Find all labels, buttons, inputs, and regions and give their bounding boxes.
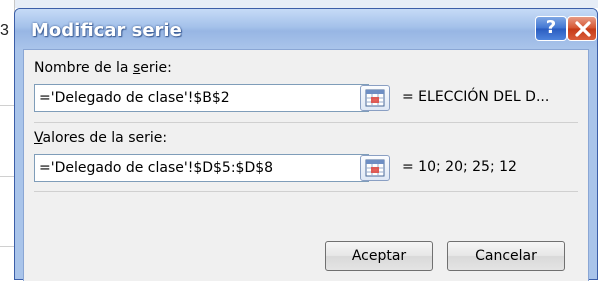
series-name-range-button[interactable] — [360, 85, 390, 111]
series-values-input[interactable]: ='Delegado de clase'!$D$5:$D$8 — [34, 154, 369, 182]
ok-button[interactable]: Aceptar — [325, 241, 433, 271]
series-values-label: Valores de la serie: — [34, 130, 168, 146]
series-values-preview: = 10; 20; 25; 12 — [402, 159, 517, 175]
section-divider — [34, 191, 578, 192]
close-icon — [575, 21, 591, 37]
background-gridline — [0, 246, 14, 247]
dialog-titlebar[interactable]: Modificar serie ? — [15, 9, 597, 49]
cancel-button[interactable]: Cancelar — [447, 241, 565, 271]
background-gridline — [0, 176, 14, 177]
help-icon: ? — [545, 17, 557, 38]
section-divider — [34, 122, 578, 123]
range-selector-icon — [365, 89, 385, 107]
close-button[interactable] — [567, 16, 597, 41]
series-name-preview: = ELECCIÓN DEL D... — [402, 89, 550, 105]
background-spreadsheet: 3 — [0, 0, 15, 280]
background-ribbon-strip — [0, 0, 598, 8]
dialog-body: Nombre de la serie: ='Delegado de clase'… — [23, 49, 589, 281]
help-button[interactable]: ? — [535, 16, 567, 41]
series-name-label: Nombre de la serie: — [34, 60, 172, 76]
series-name-input[interactable]: ='Delegado de clase'!$B$2 — [34, 84, 369, 112]
background-gridline — [0, 105, 14, 106]
series-values-range-button[interactable] — [360, 155, 390, 181]
edit-series-dialog: Modificar serie ? Nombre de la serie: ='… — [14, 8, 598, 281]
background-cell-text: 3 — [0, 22, 9, 39]
range-selector-icon — [365, 159, 385, 177]
dialog-title: Modificar serie — [31, 20, 182, 41]
